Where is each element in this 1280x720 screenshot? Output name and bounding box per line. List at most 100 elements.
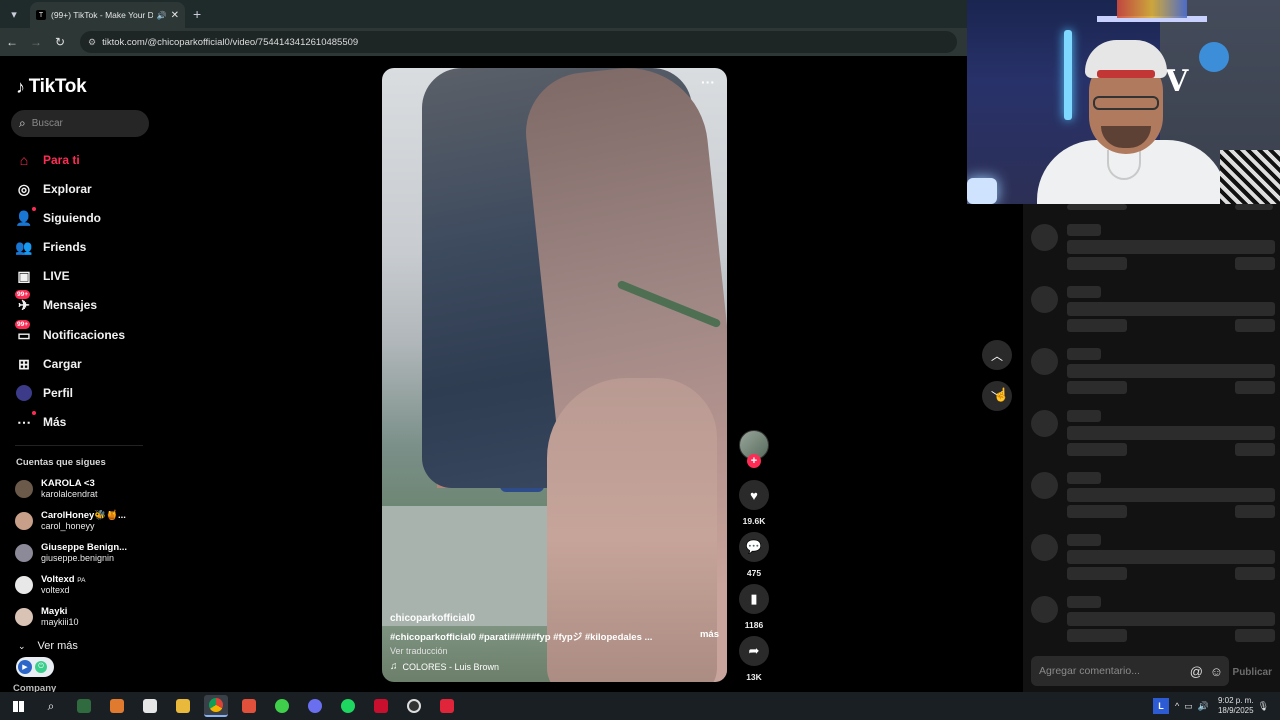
profile-icon xyxy=(15,384,33,402)
comment-button[interactable]: 💬 xyxy=(739,532,769,562)
sidebar-item-mas[interactable]: ⋯ Más xyxy=(15,411,66,431)
back-button[interactable]: ← xyxy=(0,35,24,49)
discord-icon[interactable] xyxy=(303,695,327,717)
comment-input[interactable]: Agregar comentario... @ ☺ xyxy=(1031,656,1229,686)
extension-icon: ▶ xyxy=(18,660,32,674)
webcam-led-light xyxy=(1064,30,1072,120)
home-icon: ⌂ xyxy=(19,152,29,168)
sidebar-item-live[interactable]: ▣ LIVE xyxy=(15,267,69,285)
skeleton-line xyxy=(1067,443,1127,456)
skeleton-avatar xyxy=(1031,286,1058,313)
search-input[interactable]: ⌕ Buscar xyxy=(11,110,149,137)
sidebar-item-notificaciones[interactable]: ▭ 99+ Notificaciones xyxy=(15,320,125,344)
app-green-icon[interactable] xyxy=(270,695,294,717)
search-icon[interactable]: ⌕ xyxy=(39,695,63,717)
sidebar-item-perfil[interactable]: Perfil xyxy=(15,384,73,402)
video-username[interactable]: chicoparkofficial0 xyxy=(390,613,719,624)
sidebar-item-cargar[interactable]: ⊞ Cargar xyxy=(15,355,82,373)
new-tab-button[interactable]: + xyxy=(193,6,201,22)
sidebar-item-para-ti[interactable]: ⌂ Para ti xyxy=(15,151,80,169)
emoji-icon[interactable]: ☺ xyxy=(1210,664,1223,679)
url-bar[interactable]: ⚙ tiktok.com/@chicoparkofficial0/video/7… xyxy=(80,31,957,53)
search-placeholder: Buscar xyxy=(31,118,63,129)
clock[interactable]: 9:02 p. m. 18/9/2025 xyxy=(1218,696,1254,716)
speaker-icon[interactable]: 🔊 xyxy=(157,11,167,20)
music-link[interactable]: ♫ COLORES - Luis Brown xyxy=(390,661,719,672)
translate-link[interactable]: Ver traducción xyxy=(390,646,719,656)
following-account[interactable]: Giuseppe Benign... giuseppe.benignin xyxy=(15,542,127,563)
notification-center-icon[interactable]: 🎙 xyxy=(1258,701,1269,712)
sidebar-divider xyxy=(15,445,143,446)
tab-search-button[interactable]: ▾ xyxy=(2,4,26,24)
account-name: Mayki xyxy=(41,606,68,617)
tray-chevron-icon[interactable]: ^ xyxy=(1175,701,1179,711)
spotify-icon[interactable] xyxy=(336,695,360,717)
notifications-icon: ▭ 99+ xyxy=(15,320,31,343)
hashtags-text[interactable]: #chicoparkofficial0 #parati#####fyp #fyp… xyxy=(390,629,694,643)
app-red-icon[interactable] xyxy=(369,695,393,717)
following-account[interactable]: CarolHoney🐝🍯... carol_honeyy xyxy=(15,510,126,531)
reload-button[interactable]: ↻ xyxy=(48,35,72,49)
new-dot xyxy=(32,207,36,211)
sidebar-item-siguiendo[interactable]: 👤 Siguiendo xyxy=(15,207,101,227)
comment-skeleton-row xyxy=(1031,410,1275,472)
skeleton-avatar xyxy=(1031,224,1058,251)
chrome-icon[interactable] xyxy=(204,695,228,717)
site-info-icon[interactable]: ⚙ xyxy=(88,37,96,48)
volume-icon[interactable]: 🔊 xyxy=(1198,701,1209,712)
network-icon[interactable]: ▭ xyxy=(1184,701,1193,712)
save-button[interactable]: ▮ xyxy=(739,584,769,614)
webcam-cap-band xyxy=(1097,70,1155,78)
webcam-figures xyxy=(1117,0,1187,18)
taskbar: ⌕ L ^ ▭ 🔊 9:02 p. m. 18/9/2025 🎙 xyxy=(0,692,1280,720)
like-button[interactable]: ♥ xyxy=(739,480,769,510)
language-indicator[interactable]: L xyxy=(1153,698,1169,714)
extension-pill[interactable]: ▶ ⏻ xyxy=(16,657,54,677)
follow-plus-icon[interactable]: + xyxy=(747,454,761,468)
share-count: 13K xyxy=(746,672,762,682)
close-tab-icon[interactable]: ✕ xyxy=(171,10,179,21)
skeleton-line xyxy=(1067,426,1275,440)
more-caption-button[interactable]: más xyxy=(700,629,719,643)
account-name: CarolHoney🐝🍯... xyxy=(41,510,126,521)
skeleton-line xyxy=(1067,224,1101,236)
skeleton-avatar xyxy=(1031,596,1058,623)
sidebar: ♪ TikTok ⌕ Buscar ⌂ Para ti ◎ Explorar 👤… xyxy=(0,56,160,694)
app-white-icon[interactable] xyxy=(138,695,162,717)
sidebar-item-mensajes[interactable]: ✈ 99+ Mensajes xyxy=(15,290,97,314)
video-options-icon[interactable]: ··· xyxy=(701,74,715,90)
extension-status-icon: ⏻ xyxy=(35,661,47,673)
following-account[interactable]: Voltexd PA voltexd xyxy=(15,574,85,595)
browser-tab[interactable]: T (99+) TikTok - Make Your Day 🔊 ✕ xyxy=(30,2,185,28)
app-orange-icon[interactable] xyxy=(105,695,129,717)
see-more-button[interactable]: ⌄ Ver más xyxy=(18,640,78,652)
clock-time: 9:02 p. m. xyxy=(1217,696,1254,705)
app-red-circle-icon[interactable] xyxy=(435,695,459,717)
obs-icon[interactable] xyxy=(402,695,426,717)
following-accounts-title: Cuentas que sigues xyxy=(16,457,106,468)
forward-button[interactable]: → xyxy=(24,35,48,49)
video-player[interactable]: ··· chicoparkofficial0 #chicoparkofficia… xyxy=(382,68,727,682)
following-account[interactable]: KAROLA <3 karolalcendrat xyxy=(15,478,98,499)
previous-video-button[interactable]: ︿ xyxy=(982,340,1012,370)
share-button[interactable]: ➦ xyxy=(739,636,769,666)
terminal-app-icon[interactable] xyxy=(72,695,96,717)
sidebar-item-label: Friends xyxy=(43,240,87,254)
skeleton-line xyxy=(1067,534,1101,546)
skeleton-line xyxy=(1235,567,1275,580)
heart-icon: ♥ xyxy=(750,487,758,503)
skeleton-line xyxy=(1067,302,1275,316)
brave-icon[interactable] xyxy=(237,695,261,717)
account-avatar xyxy=(15,607,33,626)
file-explorer-icon[interactable] xyxy=(171,695,195,717)
publish-button[interactable]: Publicar xyxy=(1233,667,1272,678)
mention-icon[interactable]: @ xyxy=(1190,664,1203,679)
comment-skeleton-row xyxy=(1031,472,1275,534)
sidebar-item-explorar[interactable]: ◎ Explorar xyxy=(15,180,92,198)
windows-start-icon[interactable] xyxy=(6,695,30,717)
tiktok-logo[interactable]: ♪ TikTok xyxy=(16,76,87,98)
webcam-overlay: V xyxy=(967,0,1280,204)
sidebar-item-friends[interactable]: 👥 Friends xyxy=(15,238,86,256)
more-icon: ⋯ xyxy=(15,411,36,431)
following-account[interactable]: Mayki maykiii10 xyxy=(15,606,79,627)
